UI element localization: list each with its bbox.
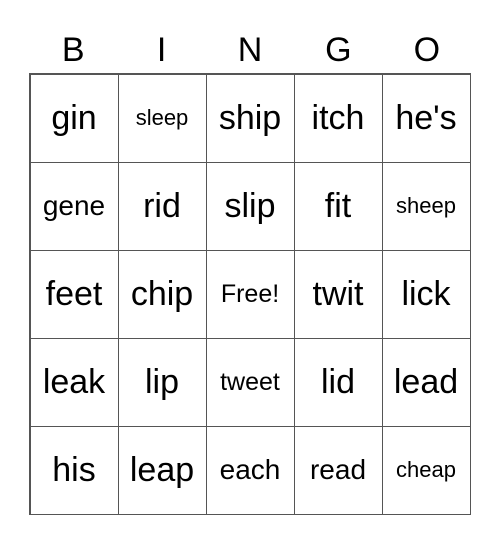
bingo-cell: gin (29, 73, 119, 163)
bingo-cell: he's (381, 73, 471, 163)
bingo-cell: read (293, 425, 383, 515)
bingo-cell: lip (117, 337, 207, 427)
header-letter-n: N (237, 31, 263, 69)
bingo-cell: gene (29, 161, 119, 251)
bingo-cell: ship (205, 73, 295, 163)
bingo-cell: leak (29, 337, 119, 427)
bingo-cell: his (29, 425, 119, 515)
header-letter-i: I (156, 31, 167, 69)
header-letter-b: B (61, 31, 85, 69)
bingo-cell: tweet (205, 337, 295, 427)
bingo-cell: cheap (381, 425, 471, 515)
bingo-cell: lick (381, 249, 471, 339)
bingo-cell: feet (29, 249, 119, 339)
bingo-cell: fit (293, 161, 383, 251)
bingo-cell: slip (205, 161, 295, 251)
free-space-cell: Free! (205, 249, 295, 339)
bingo-cell: itch (293, 73, 383, 163)
header-letter-o: O (413, 31, 441, 69)
header-letter-g: G (325, 31, 352, 69)
bingo-cell: sleep (117, 73, 207, 163)
bingo-cell: lid (293, 337, 383, 427)
bingo-cell: lead (381, 337, 471, 427)
bingo-header: B I N G O (29, 28, 471, 72)
bingo-cell: each (205, 425, 295, 515)
bingo-card-grid: gin sleep ship itch he's gene rid slip f… (29, 73, 471, 515)
bingo-cell: twit (293, 249, 383, 339)
bingo-cell: chip (117, 249, 207, 339)
bingo-cell: sheep (381, 161, 471, 251)
bingo-cell: leap (117, 425, 207, 515)
bingo-cell: rid (117, 161, 207, 251)
